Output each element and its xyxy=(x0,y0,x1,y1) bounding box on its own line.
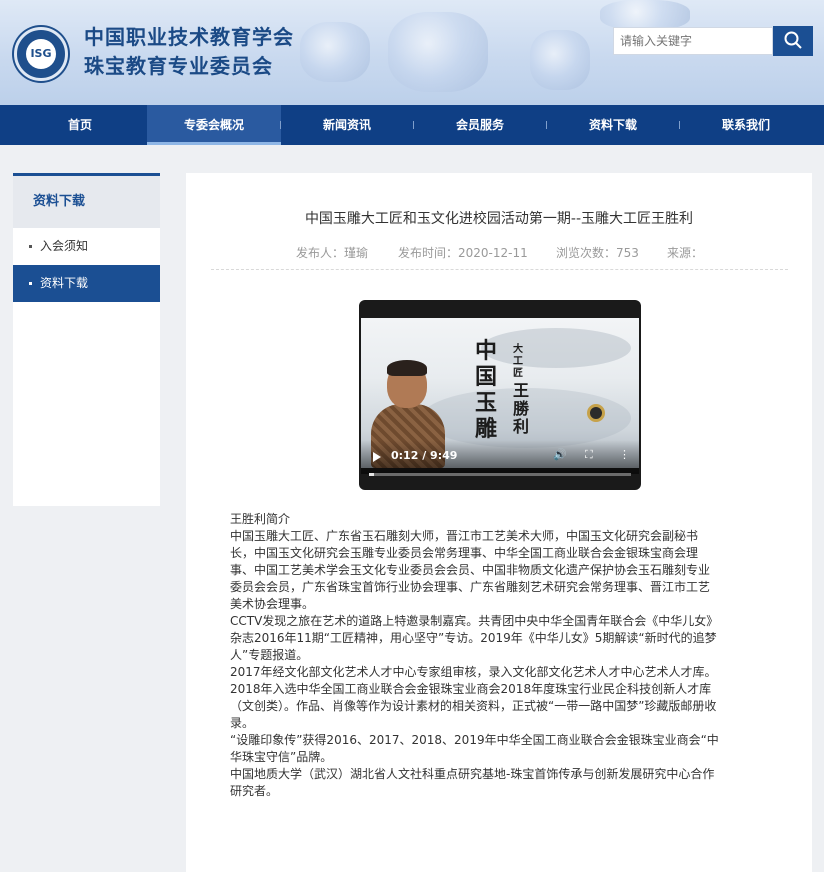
speaker-hair xyxy=(387,360,427,376)
bio-paragraph: 中国地质大学（武汉）湖北省人文社科重点研究基地-珠宝首饰传承与创新发展研究中心合… xyxy=(230,767,715,798)
sidebar-item-downloads[interactable]: 资料下载 xyxy=(13,265,160,302)
site-logo[interactable]: ISG xyxy=(14,27,68,81)
gem-decoration xyxy=(388,12,488,92)
bio-paragraph: CCTV发现之旅在艺术的道路上特邀录制嘉宾。共青团中央中华全国青年联合会《中华儿… xyxy=(230,614,719,662)
play-icon[interactable] xyxy=(373,452,381,462)
calligraphy-name: 王勝利 xyxy=(513,381,530,436)
sidebar-item-membership-notice[interactable]: 入会须知 xyxy=(13,228,160,265)
video-progress-fill xyxy=(369,473,375,476)
sidebar-item-label: 资料下载 xyxy=(40,276,89,290)
sidebar-title: 资料下载 xyxy=(13,176,160,228)
video-controls: 0:12 / 9:49 🔊 ⛶ ⋮ xyxy=(361,440,639,474)
nav-item-downloads[interactable]: 资料下载 xyxy=(546,105,680,145)
ink-mist xyxy=(481,328,631,368)
video-time: 0:12 / 9:49 xyxy=(391,449,458,462)
article-views: 浏览次数：753 xyxy=(556,246,639,260)
divider xyxy=(211,269,788,270)
gem-decoration xyxy=(600,0,690,30)
jade-piece xyxy=(587,404,605,422)
article-date: 发布时间：2020-12-11 xyxy=(398,246,528,260)
video-player[interactable]: 中国玉雕 大工匠 王勝利 0:12 / 9:49 🔊 ⛶ ⋮ xyxy=(359,300,641,490)
nav-item-contact[interactable]: 联系我们 xyxy=(679,105,813,145)
nav-item-overview[interactable]: 专委会概况 xyxy=(147,105,281,145)
article-panel: 中国玉雕大工匠和玉文化进校园活动第一期--玉雕大工匠王胜利 发布人：瑾瑜 发布时… xyxy=(186,173,812,872)
search-input[interactable] xyxy=(613,27,773,55)
nav-item-members[interactable]: 会员服务 xyxy=(413,105,547,145)
search-button[interactable] xyxy=(773,26,813,56)
sidebar: 资料下载 入会须知 资料下载 xyxy=(13,173,160,506)
article-author: 发布人：瑾瑜 xyxy=(296,246,369,260)
calligraphy-sub: 大工匠 xyxy=(513,344,523,379)
org-name-line2: 珠宝教育专业委员会 xyxy=(84,54,273,78)
article-title: 中国玉雕大工匠和玉文化进校园活动第一期--玉雕大工匠王胜利 xyxy=(304,211,694,227)
article-source: 来源： xyxy=(667,246,704,260)
site-header: ISG 中国职业技术教育学会 珠宝教育专业委员会 xyxy=(0,0,824,105)
sidebar-item-label: 入会须知 xyxy=(40,239,89,253)
org-name-line1: 中国职业技术教育学会 xyxy=(84,25,294,49)
nav-item-news[interactable]: 新闻资讯 xyxy=(280,105,414,145)
nav-item-home[interactable]: 首页 xyxy=(13,105,147,145)
bio-paragraph: 中国玉雕大工匠、广东省玉石雕刻大师，晋江市工艺美术大师，中国玉文化研究会副秘书长… xyxy=(230,529,711,611)
logo-mark: ISG xyxy=(26,39,56,69)
volume-icon[interactable]: 🔊 xyxy=(553,448,567,461)
bio-paragraph: 2017年经文化部文化艺术人才中心专家组审核，录入文化部文化艺术人才中心艺术人才… xyxy=(230,665,717,730)
bio-paragraph: “设雕印象传”获得2016、2017、2018、2019年中华全国工商业联合会金… xyxy=(230,733,719,764)
fullscreen-icon[interactable]: ⛶ xyxy=(585,448,593,461)
more-options-icon[interactable]: ⋮ xyxy=(619,448,630,461)
bullet-icon xyxy=(29,282,32,285)
bio-heading: 王胜利简介 xyxy=(230,512,291,526)
calligraphy-main: 中国玉雕 xyxy=(475,338,498,442)
gem-decoration xyxy=(530,30,590,90)
gem-decoration xyxy=(300,22,370,82)
search-icon xyxy=(784,31,802,49)
main-nav: 首页 专委会概况 新闻资讯 会员服务 资料下载 联系我们 xyxy=(0,105,824,145)
article-body: 王胜利简介 中国玉雕大工匠、广东省玉石雕刻大师，晋江市工艺美术大师，中国玉文化研… xyxy=(230,511,720,800)
bullet-icon xyxy=(29,245,32,248)
video-progress-bar[interactable] xyxy=(369,473,631,476)
